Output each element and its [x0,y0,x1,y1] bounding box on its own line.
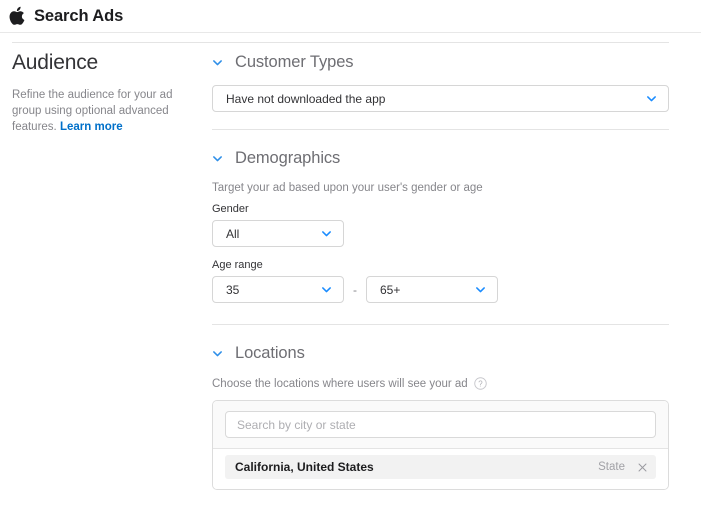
locations-search-wrap [213,401,668,449]
section-customer-types: Customer Types Have not downloaded the a… [212,51,669,134]
section-body-demographics: Target your ad based upon your user's ge… [212,182,669,303]
age-range-from-select[interactable]: 35 [212,276,344,303]
section-header-customer-types[interactable]: Customer Types [212,51,669,73]
divider-customer-types [212,129,669,130]
locations-selected-list: California, United States State [213,449,668,489]
section-header-demographics[interactable]: Demographics [212,147,669,169]
section-demographics: Demographics Target your ad based upon y… [212,147,669,329]
age-range-separator: - [353,282,357,297]
page-body: Audience Refine the audience for your ad… [0,33,701,494]
gender-label: Gender [212,203,249,215]
sidebar-description: Refine the audience for your ad group us… [12,87,182,135]
locations-description: Choose the locations where users will se… [212,377,468,390]
customer-types-select[interactable]: Have not downloaded the app [212,85,669,112]
locations-description-row: Choose the locations where users will se… [212,377,669,390]
age-range-row: 35 - 65+ [212,276,669,303]
learn-more-link[interactable]: Learn more [60,121,123,133]
svg-text:?: ? [478,379,483,388]
apple-logo-icon [9,6,25,25]
location-name: California, United States [235,460,374,474]
sidebar: Audience Refine the audience for your ad… [0,51,212,494]
chevron-down-icon[interactable] [321,284,332,295]
chevron-down-icon[interactable] [321,228,332,239]
section-title-locations: Locations [235,343,305,362]
app-title: Search Ads [34,6,124,25]
chevron-down-icon[interactable] [212,348,223,359]
section-title-demographics: Demographics [235,148,341,167]
gender-select-value: All [226,226,240,241]
main-content: Customer Types Have not downloaded the a… [212,51,701,494]
locations-search-input[interactable] [225,411,656,438]
app-header: Search Ads [0,0,701,33]
question-circle-icon[interactable]: ? [473,377,487,390]
section-header-locations[interactable]: Locations [212,342,669,364]
age-range-from-value: 35 [226,282,240,297]
divider-demographics [212,324,669,325]
close-icon[interactable] [637,462,648,473]
age-range-label: Age range [212,259,263,271]
section-body-customer-types: Have not downloaded the app [212,85,669,112]
demographics-description: Target your ad based upon your user's ge… [212,182,483,194]
location-type: State [598,461,625,473]
chevron-down-icon[interactable] [475,284,486,295]
section-locations: Locations Choose the locations where use… [212,342,669,494]
list-item[interactable]: California, United States State [225,455,656,479]
chevron-down-icon[interactable] [646,93,657,104]
page-title: Audience [12,51,98,74]
gender-select[interactable]: All [212,220,344,247]
age-range-to-select[interactable]: 65+ [366,276,498,303]
age-range-to-value: 65+ [380,282,401,297]
section-title-customer-types: Customer Types [235,52,354,71]
section-body-locations: Choose the locations where users will se… [212,377,669,490]
locations-panel: California, United States State [212,400,669,490]
chevron-down-icon[interactable] [212,57,223,68]
customer-types-select-value: Have not downloaded the app [226,91,386,106]
chevron-down-icon[interactable] [212,153,223,164]
content-divider [12,42,669,43]
